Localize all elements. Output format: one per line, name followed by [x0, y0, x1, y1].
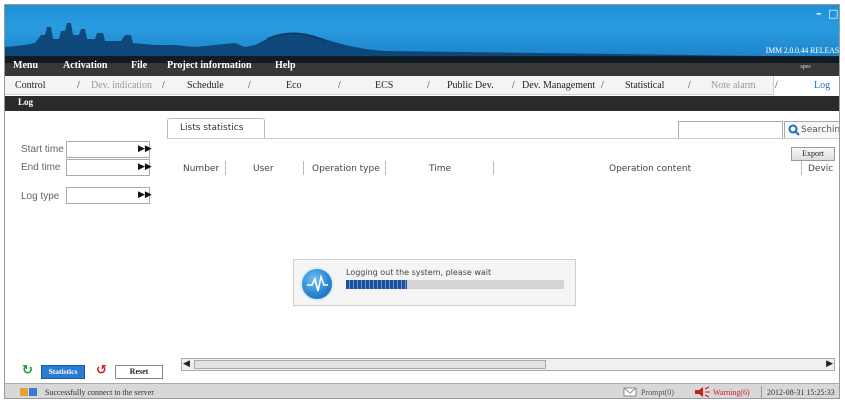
logout-progress-dialog: Logging out the system, please wait: [293, 259, 576, 306]
lists-statistics-label: Lists statistics: [180, 123, 244, 133]
tab-separator: /: [338, 80, 341, 91]
warning-counter[interactable]: Warning(6): [713, 388, 750, 397]
progress-bar-fill: [346, 280, 408, 289]
tab-control[interactable]: Control: [15, 80, 46, 91]
status-timestamp: 2012-08-31 15:25:33: [767, 388, 835, 397]
tab-dev-indication[interactable]: Dev. indication: [91, 80, 152, 91]
tab-log[interactable]: Log: [814, 80, 830, 91]
module-tabs: Control / Dev. indication / Schedule / E…: [5, 76, 839, 95]
search-icon: [788, 124, 800, 139]
server-connection-icon: [19, 386, 39, 398]
tab-separator: /: [427, 80, 430, 91]
city-skyline-graphic: [5, 23, 839, 63]
status-divider: [761, 386, 762, 398]
log-type-dropdown-icon[interactable]: ▶▶: [138, 190, 152, 200]
start-time-picker-icon[interactable]: ▶▶: [138, 144, 152, 154]
end-time-label: End time: [21, 162, 61, 173]
reset-red-icon: ↺: [96, 363, 107, 378]
maximize-button[interactable]: □: [828, 7, 838, 20]
menu-item-file[interactable]: File: [131, 60, 147, 71]
export-button[interactable]: Export: [791, 147, 835, 161]
section-bar: Log: [5, 96, 839, 111]
menu-item-project-information[interactable]: Project information: [167, 60, 252, 71]
dialog-message: Logging out the system, please wait: [346, 268, 492, 277]
scrollbar-thumb[interactable]: [194, 360, 546, 369]
minimize-button[interactable]: –: [816, 7, 822, 20]
column-header-time[interactable]: Time: [429, 164, 451, 174]
column-divider: [801, 161, 802, 175]
column-divider: [225, 161, 226, 175]
search-input[interactable]: [678, 121, 783, 139]
prompt-counter[interactable]: Prompt(0): [641, 388, 674, 397]
column-header-device[interactable]: Devic: [808, 164, 833, 174]
version-label: IMM 2.0.0.44 RELEAS: [765, 46, 839, 55]
column-header-user[interactable]: User: [253, 164, 274, 174]
tab-separator: /: [512, 80, 515, 91]
tab-public-dev[interactable]: Public Dev.: [447, 80, 494, 91]
column-divider: [493, 161, 494, 175]
end-time-picker-icon[interactable]: ▶▶: [138, 162, 152, 172]
menu-bar: Menu Activation File Project information…: [5, 56, 839, 76]
tab-separator: /: [77, 80, 80, 91]
tab-dev-management[interactable]: Dev. Management: [522, 80, 595, 91]
reset-button[interactable]: Reset: [115, 365, 163, 379]
column-divider: [303, 161, 304, 175]
refresh-green-icon: ↻: [22, 363, 33, 378]
app-window: – □ IMM 2.0.0.44 RELEAS Menu Activation …: [4, 4, 840, 399]
status-message: Successfully connect to the server: [45, 388, 154, 397]
tab-note-alarm[interactable]: Note alarm: [711, 80, 756, 91]
column-header-operation-type[interactable]: Operation type: [312, 164, 380, 174]
tab-schedule[interactable]: Schedule: [187, 80, 224, 91]
pulse-icon: [300, 267, 334, 301]
menu-item-menu[interactable]: Menu: [13, 60, 38, 71]
tab-separator: /: [601, 80, 604, 91]
status-bar: Successfully connect to the server Promp…: [5, 383, 839, 398]
spec-label: spec: [800, 64, 811, 70]
column-header-number[interactable]: Number: [183, 164, 219, 174]
start-time-label: Start time: [21, 144, 64, 155]
scroll-left-arrow-icon[interactable]: ◀: [183, 359, 190, 369]
mail-icon: [623, 386, 637, 398]
column-divider: [385, 161, 386, 175]
menu-item-help[interactable]: Help: [275, 60, 296, 71]
section-title: Log: [18, 97, 34, 107]
header-banner: – □ IMM 2.0.0.44 RELEAS: [5, 5, 839, 63]
horizontal-scrollbar[interactable]: ◀ ▶: [181, 358, 835, 371]
tab-ecs[interactable]: ECS: [375, 80, 393, 91]
scroll-right-arrow-icon[interactable]: ▶: [826, 359, 833, 369]
warning-speaker-icon: [693, 386, 711, 398]
log-table: Number User Operation type Time Operatio…: [167, 138, 839, 378]
log-type-label: Log type: [21, 191, 60, 202]
tab-separator: /: [162, 80, 165, 91]
tab-eco[interactable]: Eco: [286, 80, 302, 91]
statistics-button[interactable]: Statistics: [41, 365, 85, 379]
tab-separator: /: [775, 80, 778, 91]
search-button[interactable]: Searching: [784, 121, 840, 139]
tab-separator: /: [688, 80, 691, 91]
progress-bar: [346, 280, 564, 289]
tab-statistical[interactable]: Statistical: [625, 80, 664, 91]
column-header-operation-content[interactable]: Operation content: [609, 164, 691, 174]
tab-lists-statistics[interactable]: Lists statistics: [167, 118, 265, 138]
search-button-label: Searching: [801, 125, 840, 135]
menu-item-activation[interactable]: Activation: [63, 60, 107, 71]
tab-separator: /: [248, 80, 251, 91]
